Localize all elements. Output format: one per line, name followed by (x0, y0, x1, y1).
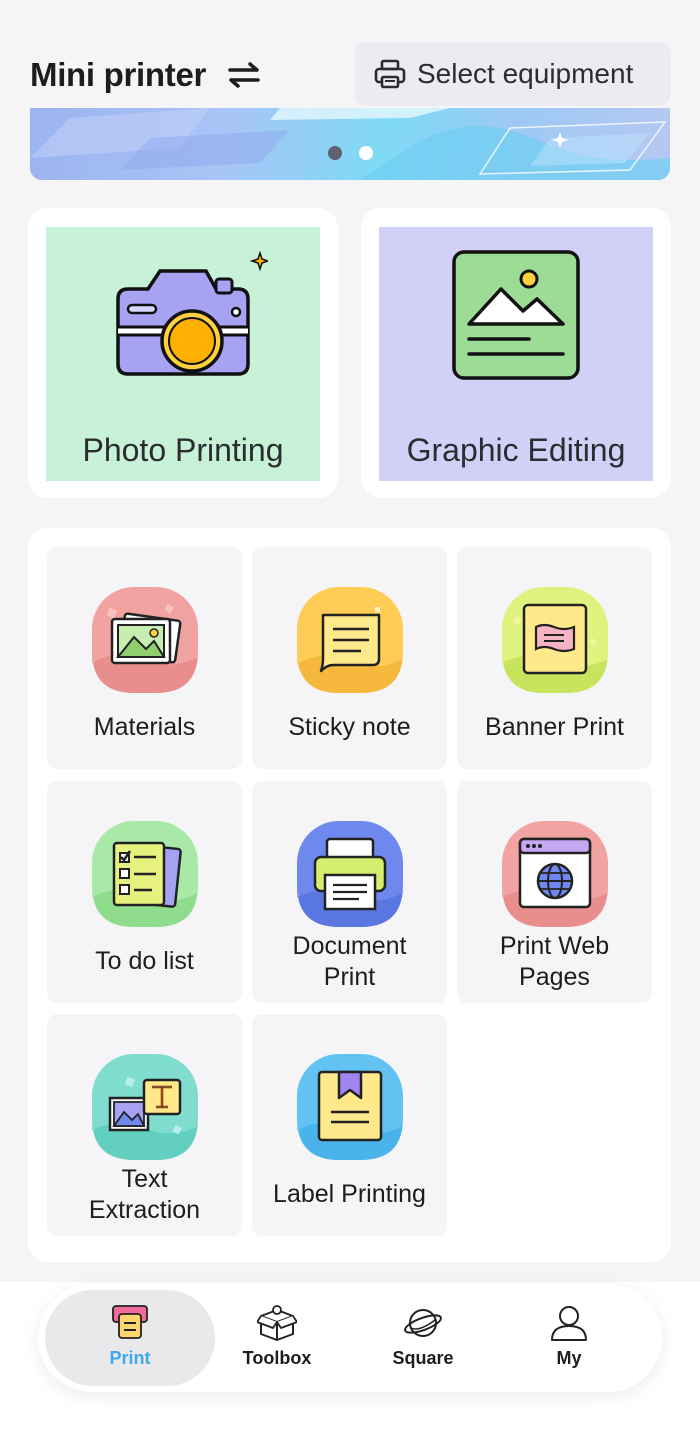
tool-label-line-2: Pages (519, 963, 590, 991)
tab-label: My (556, 1348, 582, 1368)
picture-icon (452, 250, 580, 380)
tool-label: Materials (93, 713, 196, 741)
tools-grid: Materials Sticky note Banner Print To do… (28, 528, 671, 1262)
tab-print[interactable]: Print (45, 1290, 215, 1386)
todo-list-icon (92, 821, 198, 927)
tool-label-line-2: Extraction (88, 1196, 201, 1224)
tool-to-do-list[interactable]: To do list (47, 781, 242, 1003)
toolbox-icon (257, 1305, 297, 1341)
tool-label-two-line: Document Print (252, 931, 447, 993)
graphic-editing-card[interactable]: Graphic Editing (361, 208, 671, 498)
swap-icon[interactable] (226, 60, 262, 90)
tab-my[interactable]: My (494, 1290, 644, 1386)
carousel-dot-1[interactable] (328, 146, 342, 160)
tab-label: Square (392, 1348, 454, 1368)
banner-icon (502, 587, 608, 693)
tool-label: Label Printing (273, 1180, 426, 1208)
tab-toolbox[interactable]: Toolbox (202, 1290, 352, 1386)
graphic-editing-label: Graphic Editing (406, 432, 626, 468)
carousel-dot-2[interactable] (359, 146, 373, 160)
tool-label-line-1: Text (121, 1165, 168, 1193)
graphic-editing-tile: Graphic Editing (379, 227, 653, 481)
sticky-note-icon (297, 587, 403, 693)
photo-printing-tile: Photo Printing (46, 227, 320, 481)
photo-printing-card[interactable]: Photo Printing (28, 208, 338, 498)
tool-banner-print[interactable]: Banner Print (457, 547, 652, 769)
app-title: Mini printer (30, 56, 207, 93)
select-equipment-button[interactable]: Select equipment (355, 42, 671, 106)
tool-label: To do list (95, 947, 194, 975)
web-page-icon (502, 821, 608, 927)
tool-label-two-line: Text Extraction (47, 1164, 242, 1226)
tool-label-two-line: Print Web Pages (457, 931, 652, 993)
photo-printing-label: Photo Printing (82, 432, 284, 468)
square-planet-icon (404, 1309, 442, 1337)
tool-label-line-1: Print Web (499, 932, 610, 960)
bottom-tab-bar: Print Toolbox Square My (38, 1284, 662, 1392)
document-printer-icon (297, 821, 403, 927)
text-extraction-icon (92, 1054, 198, 1160)
banner-artwork (30, 108, 670, 180)
banner-carousel[interactable] (30, 108, 670, 180)
tool-materials[interactable]: Materials (47, 547, 242, 769)
tool-sticky-note[interactable]: Sticky note (252, 547, 447, 769)
tool-label: Banner Print (485, 713, 624, 741)
tool-label-line-2: Print (323, 963, 376, 991)
tab-label: Toolbox (242, 1348, 312, 1368)
printer-icon (374, 59, 406, 89)
camera-icon (116, 250, 268, 376)
tool-text-extraction[interactable]: Text Extraction (47, 1014, 242, 1236)
tool-print-web-pages[interactable]: Print Web Pages (457, 781, 652, 1003)
profile-icon (551, 1306, 587, 1341)
tool-label: Sticky note (288, 713, 411, 741)
tool-label-printing[interactable]: Label Printing (252, 1014, 447, 1236)
materials-icon (92, 587, 198, 693)
tool-document-print[interactable]: Document Print (252, 781, 447, 1003)
select-equipment-label: Select equipment (417, 58, 634, 89)
label-icon (297, 1054, 403, 1160)
header: Mini printer Select equipment (0, 40, 700, 108)
tab-label: Print (109, 1348, 151, 1368)
tab-square[interactable]: Square (348, 1290, 498, 1386)
print-tab-icon (112, 1305, 148, 1339)
tool-label-line-1: Document (292, 932, 407, 960)
